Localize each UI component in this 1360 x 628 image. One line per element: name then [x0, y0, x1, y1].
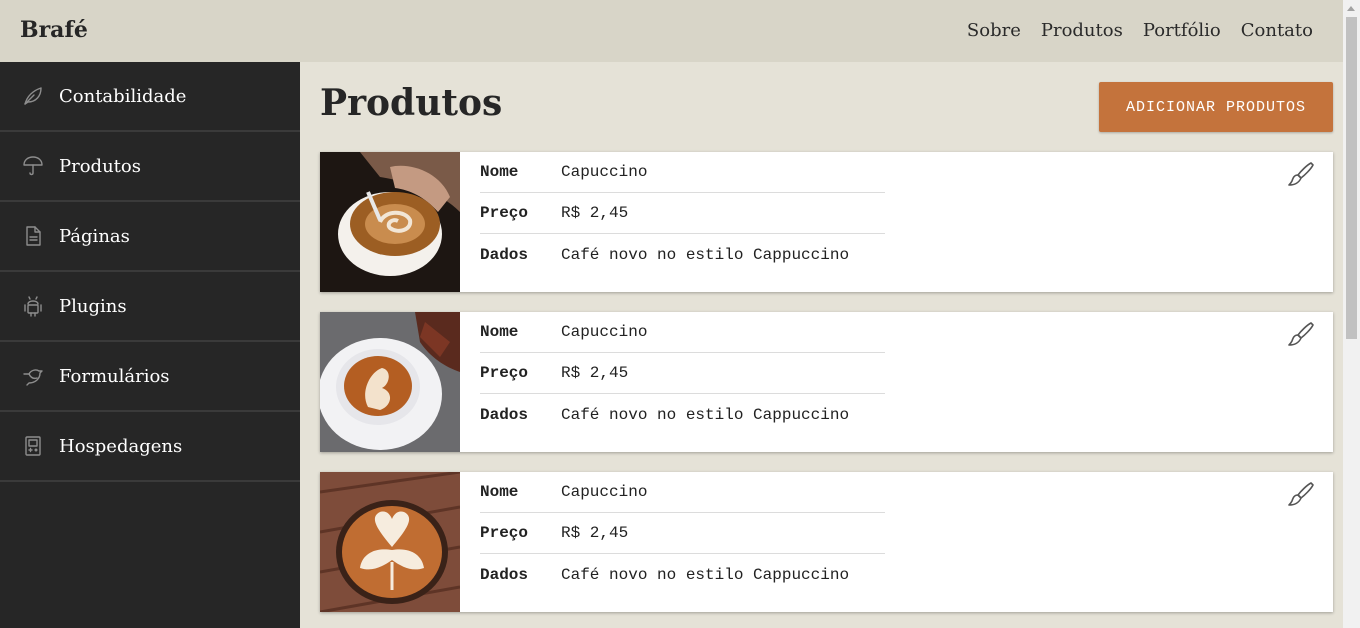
- name-label: Nome: [480, 163, 519, 181]
- page-title: Produtos: [320, 82, 503, 124]
- sidebar-item-label: Formulários: [59, 365, 170, 387]
- sidebar-item-produtos[interactable]: Produtos: [0, 132, 300, 202]
- sidebar-item-label: Contabilidade: [59, 85, 187, 107]
- leaf-icon: [22, 85, 44, 107]
- data-label: Dados: [480, 405, 529, 424]
- umbrella-icon: [22, 155, 44, 177]
- nav-link-sobre[interactable]: Sobre: [967, 20, 1021, 41]
- sidebar-item-label: Produtos: [59, 155, 141, 177]
- sidebar-item-label: Plugins: [59, 295, 127, 317]
- sidebar: Contabilidade Produtos Páginas Plugins F…: [0, 62, 300, 628]
- product-image: [320, 312, 460, 452]
- product-data: Café novo no estilo Cappuccino: [561, 405, 850, 424]
- nav-link-contato[interactable]: Contato: [1241, 20, 1313, 41]
- edit-brush-icon[interactable]: [1287, 320, 1315, 348]
- product-price-row: Preço R$ 2,45: [480, 193, 885, 234]
- product-price: R$ 2,45: [561, 524, 629, 542]
- data-label: Dados: [480, 245, 529, 264]
- sidebar-item-paginas[interactable]: Páginas: [0, 202, 300, 272]
- price-label: Preço: [480, 524, 529, 542]
- document-icon: [22, 225, 44, 247]
- nav-link-portfolio[interactable]: Portfólio: [1143, 20, 1221, 41]
- product-name-row: Nome Capuccino: [480, 152, 885, 193]
- product-name: Capuccino: [561, 483, 648, 501]
- sidebar-item-formularios[interactable]: Formulários: [0, 342, 300, 412]
- edit-brush-icon[interactable]: [1287, 480, 1315, 508]
- vertical-scrollbar[interactable]: [1343, 0, 1360, 628]
- scroll-thumb[interactable]: [1346, 17, 1357, 339]
- sidebar-item-plugins[interactable]: Plugins: [0, 272, 300, 342]
- edit-brush-icon[interactable]: [1287, 160, 1315, 188]
- product-price-row: Preço R$ 2,45: [480, 513, 885, 554]
- product-data-row: Dados Café novo no estilo Cappuccino: [480, 554, 885, 595]
- brand-logo[interactable]: Brafé: [20, 17, 88, 43]
- sidebar-item-label: Páginas: [59, 225, 130, 247]
- gameboy-icon: [22, 435, 44, 457]
- name-label: Nome: [480, 483, 519, 501]
- sidebar-item-label: Hospedagens: [59, 435, 183, 457]
- data-label: Dados: [480, 565, 529, 584]
- top-header: Brafé Sobre Produtos Portfólio Contato: [0, 0, 1343, 62]
- product-data-row: Dados Café novo no estilo Cappuccino: [480, 394, 885, 435]
- product-price: R$ 2,45: [561, 204, 629, 222]
- product-name: Capuccino: [561, 323, 648, 341]
- product-data-row: Dados Café novo no estilo Cappuccino: [480, 234, 885, 275]
- product-price: R$ 2,45: [561, 364, 629, 382]
- product-card: Nome Capuccino Preço R$ 2,45 Dados Café …: [320, 472, 1333, 612]
- nav-link-produtos[interactable]: Produtos: [1041, 20, 1123, 41]
- sidebar-item-contabilidade[interactable]: Contabilidade: [0, 62, 300, 132]
- android-icon: [22, 295, 44, 317]
- top-nav: Sobre Produtos Portfólio Contato: [967, 20, 1313, 41]
- product-name-row: Nome Capuccino: [480, 472, 885, 513]
- bird-icon: [22, 365, 44, 387]
- name-label: Nome: [480, 323, 519, 341]
- product-image: [320, 472, 460, 612]
- product-name-row: Nome Capuccino: [480, 312, 885, 353]
- product-name: Capuccino: [561, 163, 648, 181]
- product-image: [320, 152, 460, 292]
- add-products-button[interactable]: ADICIONAR PRODUTOS: [1099, 82, 1333, 132]
- product-fields: Nome Capuccino Preço R$ 2,45 Dados Café …: [480, 472, 885, 595]
- product-card: Nome Capuccino Preço R$ 2,45 Dados Café …: [320, 152, 1333, 292]
- product-fields: Nome Capuccino Preço R$ 2,45 Dados Café …: [480, 312, 885, 435]
- price-label: Preço: [480, 204, 529, 222]
- product-data: Café novo no estilo Cappuccino: [561, 245, 850, 264]
- price-label: Preço: [480, 364, 529, 382]
- sidebar-item-hospedagens[interactable]: Hospedagens: [0, 412, 300, 482]
- main-content: Produtos ADICIONAR PRODUTOS Nome Capucci…: [300, 62, 1343, 628]
- scroll-up-arrow-icon[interactable]: [1347, 6, 1355, 11]
- product-price-row: Preço R$ 2,45: [480, 353, 885, 394]
- product-fields: Nome Capuccino Preço R$ 2,45 Dados Café …: [480, 152, 885, 275]
- product-data: Café novo no estilo Cappuccino: [561, 565, 850, 584]
- product-card: Nome Capuccino Preço R$ 2,45 Dados Café …: [320, 312, 1333, 452]
